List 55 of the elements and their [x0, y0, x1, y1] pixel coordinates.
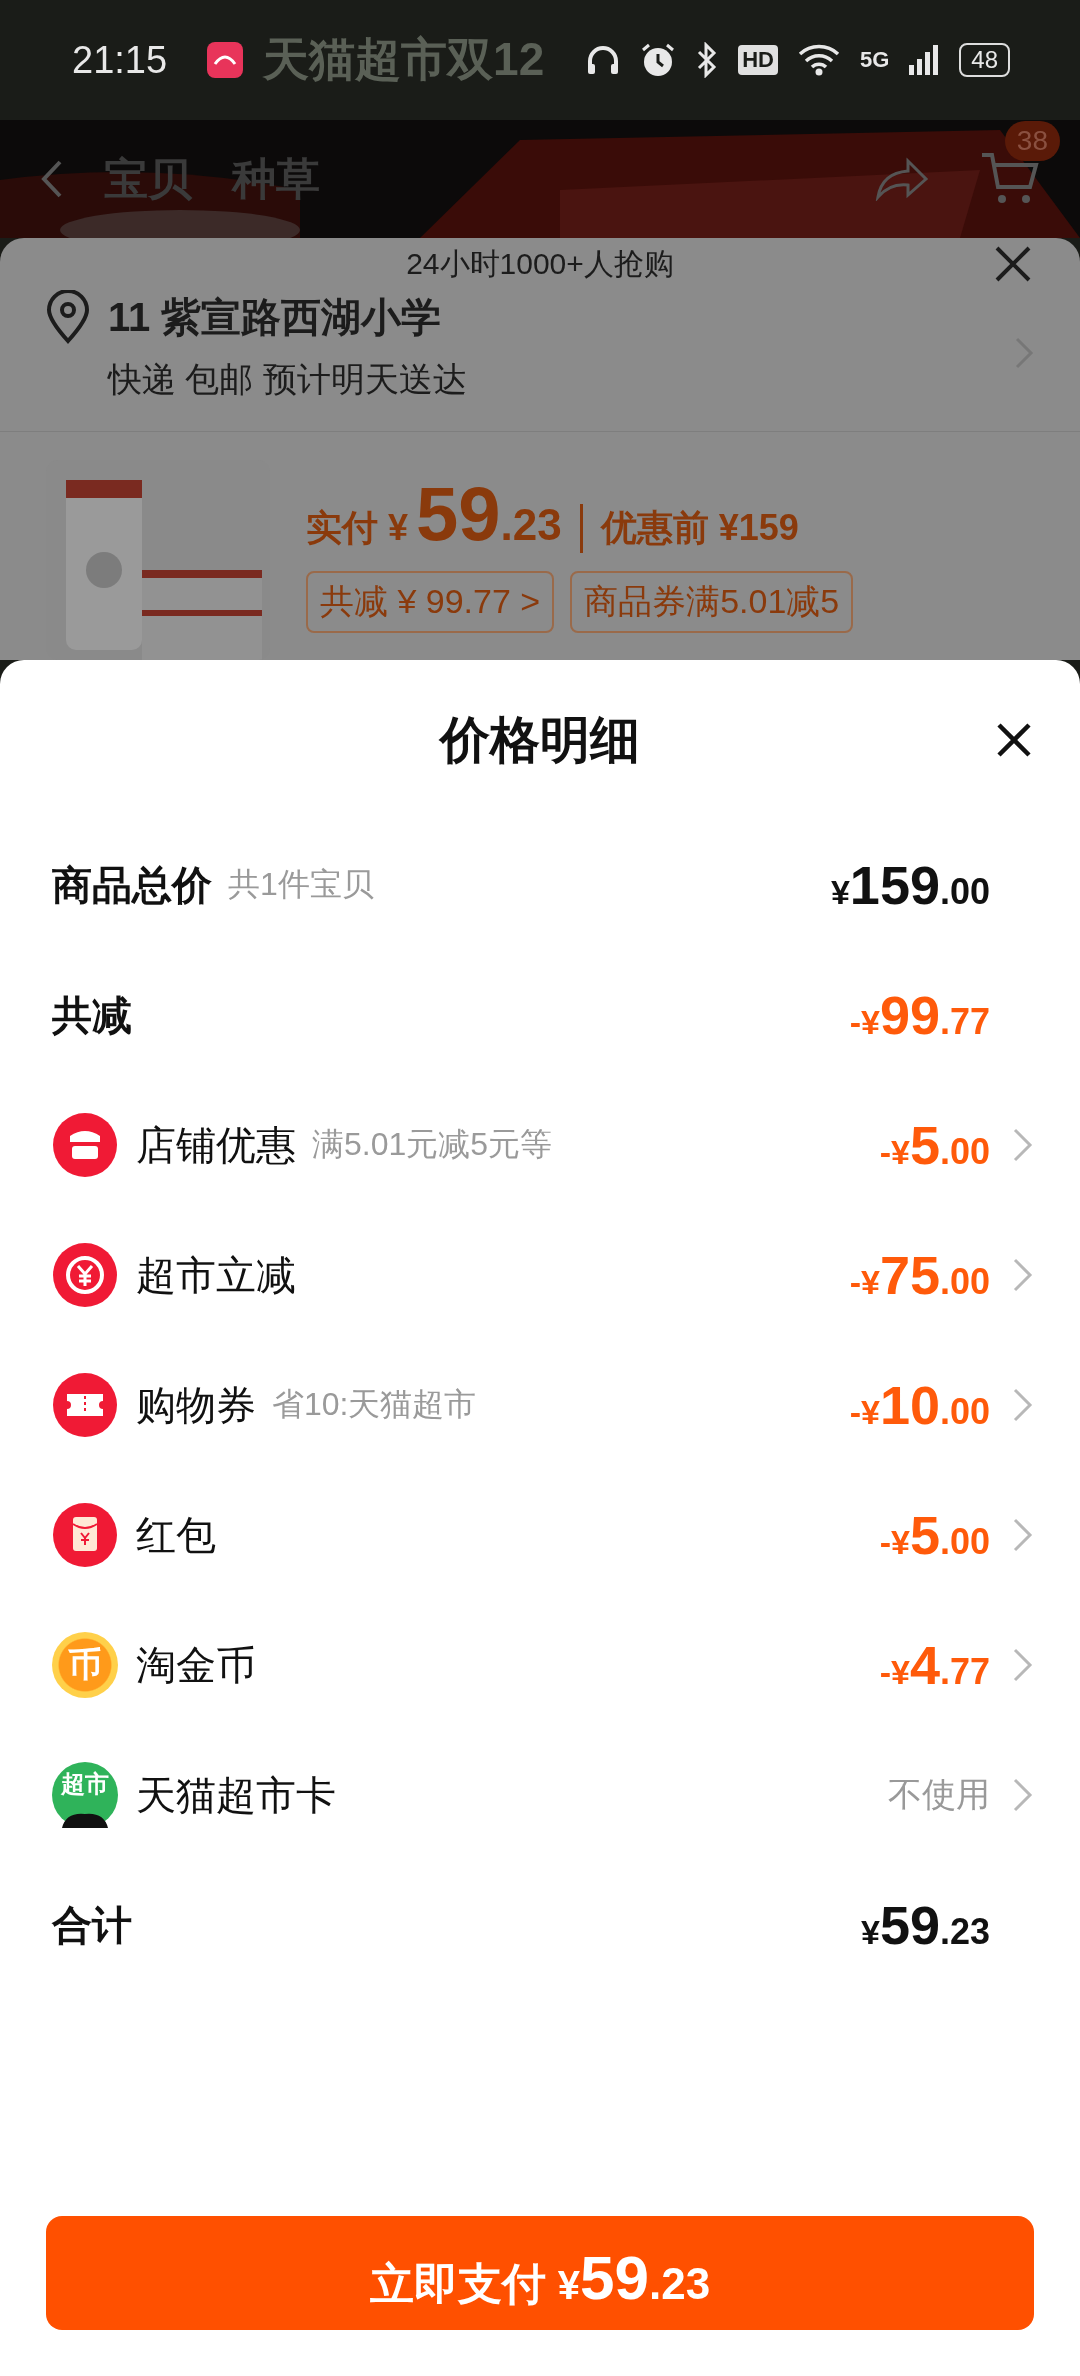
- row-label: 天猫超市卡: [136, 1771, 336, 1819]
- clock: 21:15: [72, 38, 168, 82]
- back-icon[interactable]: [40, 159, 64, 199]
- row-label: 超市立减: [136, 1251, 296, 1299]
- headphones-icon: [586, 44, 621, 76]
- amount: -¥10.00: [849, 1374, 990, 1436]
- notice-text: 24小时1000+人抢购: [406, 245, 674, 282]
- discount-tag[interactable]: 商品券满5.01减5: [570, 571, 854, 633]
- chevron-right-icon: [1012, 1127, 1034, 1163]
- ticket-icon: [52, 1372, 118, 1438]
- row-label: 商品总价: [52, 861, 212, 909]
- pay-button[interactable]: 立即支付 ¥59.23: [46, 2216, 1034, 2330]
- yen-coin-icon: [52, 1242, 118, 1308]
- amount: -¥4.77: [879, 1634, 990, 1696]
- chevron-right-icon: [1012, 1777, 1034, 1813]
- chevron-right-icon: [1012, 1387, 1034, 1423]
- row-label: 购物券: [136, 1381, 256, 1429]
- share-icon[interactable]: [874, 157, 930, 201]
- row-note: 满5.01元减5元等: [312, 1125, 553, 1164]
- network-type: 5G: [859, 47, 890, 73]
- supermarket-card-icon: 超市: [52, 1762, 118, 1828]
- address-title: 11 紫宣路西湖小学: [108, 294, 443, 341]
- amount: -¥5.00: [879, 1504, 990, 1566]
- amount: -¥5.00: [879, 1114, 990, 1176]
- amount: -¥99.77: [849, 984, 990, 1046]
- delivery-info: 快递 包邮 预计明天送达: [108, 359, 468, 400]
- row-label: 店铺优惠: [136, 1121, 296, 1169]
- coin-icon: 币: [52, 1632, 118, 1698]
- amount: ¥159.00: [830, 854, 990, 916]
- amount: -¥75.00: [849, 1244, 990, 1306]
- modal-title: 价格明细: [440, 710, 640, 770]
- row-label: 淘金币: [136, 1641, 256, 1689]
- discount-tag[interactable]: 共减 ¥ 99.77 >: [306, 571, 555, 633]
- row-label: 共减: [52, 991, 132, 1039]
- amount: ¥59.23: [860, 1894, 990, 1956]
- location-pin-icon: [46, 290, 90, 344]
- option-value[interactable]: 不使用: [888, 1772, 990, 1818]
- paid-price: 实付 ¥59.23 优惠前 ¥159: [306, 470, 800, 557]
- chevron-right-icon: [1012, 1517, 1034, 1553]
- banner-text: 天猫超市双12: [263, 32, 546, 87]
- battery-indicator: 48: [959, 43, 1010, 77]
- row-label: 合计: [52, 1901, 132, 1949]
- envelope-icon: [52, 1502, 118, 1568]
- row-note: 省10:天猫超市: [272, 1385, 477, 1424]
- row-note: 共1件宝贝: [228, 865, 374, 904]
- row-label: 红包: [136, 1511, 216, 1559]
- wifi-icon: [797, 44, 840, 76]
- store-icon: [52, 1112, 118, 1178]
- chevron-right-icon: [1012, 1647, 1034, 1683]
- app-icon: [207, 42, 244, 78]
- alarm-icon: [640, 42, 677, 78]
- chevron-right-icon: [1012, 1257, 1034, 1293]
- bluetooth-icon: [696, 42, 719, 78]
- signal-icon: [909, 45, 940, 75]
- hd-indicator: HD: [738, 45, 778, 75]
